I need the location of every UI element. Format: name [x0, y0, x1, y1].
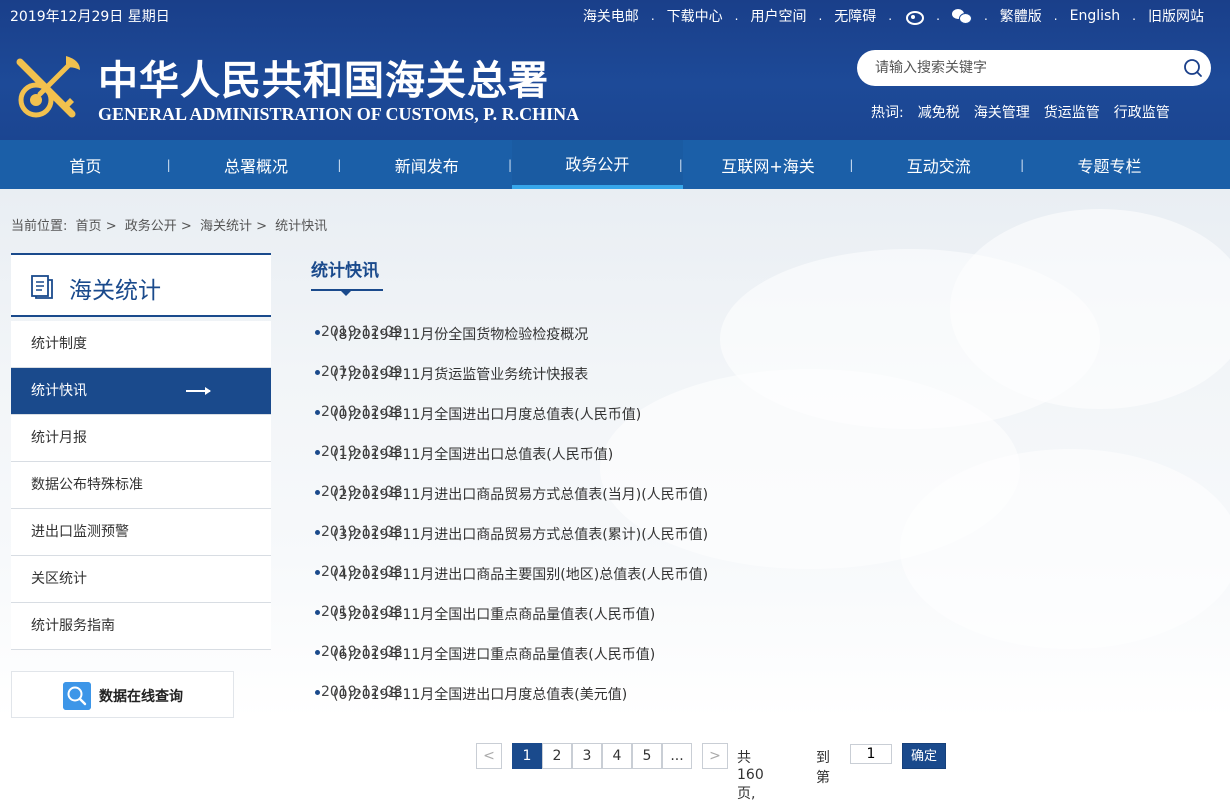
- list-item[interactable]: (0)2019年11月全国进出口月度总值表(人民币值) 2019-12-08: [311, 393, 1211, 433]
- link-user-space[interactable]: 用户空间: [750, 6, 806, 26]
- sidebar-item-district-statistics[interactable]: 关区统计: [11, 556, 271, 603]
- bullet-icon: [315, 330, 320, 335]
- list-item[interactable]: (7)2019年11月货运监管业务统计快报表 2019-12-09: [311, 353, 1211, 393]
- arrow-right-icon: [186, 387, 211, 395]
- list-item-date: 2019-12-08: [321, 404, 403, 420]
- link-download[interactable]: 下载中心: [667, 6, 723, 26]
- breadcrumb-government-affairs[interactable]: 政务公开: [125, 219, 177, 234]
- confirm-button[interactable]: 确定: [902, 743, 946, 769]
- nav-item-internet-customs[interactable]: 互联网+海关 |: [683, 140, 853, 189]
- nav-item-government-affairs[interactable]: 政务公开 |: [512, 140, 683, 189]
- nav-item-special-topics[interactable]: 专题专栏: [1024, 140, 1195, 189]
- customs-emblem-logo[interactable]: [10, 48, 88, 126]
- hot-word[interactable]: 行政监管: [1114, 102, 1170, 122]
- link-email[interactable]: 海关电邮: [583, 6, 639, 26]
- page-ellipsis[interactable]: ...: [662, 743, 692, 769]
- list-item[interactable]: (8)2019年11月份全国货物检验检疫概况 2019-12-09: [311, 313, 1211, 353]
- breadcrumb-label: 当前位置:: [11, 219, 68, 234]
- list-item[interactable]: (4)2019年11月进出口商品主要国别(地区)总值表(人民币值) 2019-12…: [311, 553, 1211, 593]
- wechat-icon[interactable]: [951, 8, 972, 24]
- magnifier-icon: [63, 682, 91, 710]
- sidebar-item-statistics-system[interactable]: 统计制度: [11, 321, 271, 368]
- top-bar: 2019年12月29日 星期日 海关电邮. 下载中心. 用户空间. 无障碍. .…: [0, 0, 1230, 32]
- main-nav: 首页 | 总署概况 | 新闻发布 | 政务公开 | 互联网+海关 | 互动交流 | 专题专栏: [0, 140, 1230, 189]
- list-item-date: 2019-12-08: [321, 564, 403, 580]
- sidebar-item-monitoring-warning[interactable]: 进出口监测预警: [11, 509, 271, 556]
- bullet-icon: [315, 370, 320, 375]
- list-item-date: 2019-12-08: [321, 604, 403, 620]
- breadcrumb-current[interactable]: 统计快讯: [275, 219, 327, 234]
- top-links: 海关电邮. 下载中心. 用户空间. 无障碍. . . 繁體版. English.…: [582, 6, 1204, 26]
- sidebar-title: 海关统计: [69, 278, 161, 304]
- list-item[interactable]: (5)2019年11月全国出口重点商品量值表(人民币值) 2019-12-08: [311, 593, 1211, 633]
- current-date: 2019年12月29日 星期日: [10, 9, 170, 25]
- page-button[interactable]: 5: [632, 743, 662, 769]
- weibo-icon[interactable]: [904, 8, 925, 25]
- list-item[interactable]: (1)2019年11月全国进出口总值表(人民币值) 2019-12-08: [311, 433, 1211, 473]
- nav-item-news[interactable]: 新闻发布 |: [341, 140, 512, 189]
- list-item-date: 2019-12-08: [321, 484, 403, 500]
- page-button[interactable]: 2: [542, 743, 572, 769]
- hot-word[interactable]: 减免税: [918, 102, 960, 122]
- data-query-label: 数据在线查询: [99, 689, 183, 705]
- sidebar-item-statistics-bulletin[interactable]: 统计快讯: [11, 368, 271, 415]
- breadcrumb-customs-statistics[interactable]: 海关统计: [200, 219, 252, 234]
- list-item-date: 2019-12-08: [321, 684, 403, 700]
- caret-down-icon: [341, 291, 351, 296]
- page-button[interactable]: 1: [512, 743, 542, 769]
- page-button[interactable]: 3: [572, 743, 602, 769]
- bullet-icon: [315, 490, 320, 495]
- breadcrumb-home[interactable]: 首页: [76, 219, 102, 234]
- site-header: 2019年12月29日 星期日 海关电邮. 下载中心. 用户空间. 无障碍. .…: [0, 0, 1230, 140]
- document-icon: [31, 275, 53, 299]
- data-query-button[interactable]: 数据在线查询: [11, 671, 234, 718]
- list-item-date: 2019-12-08: [321, 644, 403, 660]
- nav-item-home[interactable]: 首页 |: [0, 140, 170, 189]
- hot-word[interactable]: 货运监管: [1044, 102, 1100, 122]
- sidebar-item-special-standards[interactable]: 数据公布特殊标准: [11, 462, 271, 509]
- breadcrumb: 当前位置: 首页 > 政务公开 > 海关统计 > 统计快讯: [11, 219, 328, 234]
- bullet-icon: [315, 410, 320, 415]
- link-accessibility[interactable]: 无障碍: [834, 6, 876, 26]
- news-list: (8)2019年11月份全国货物检验检疫概况 2019-12-09 (7)2019…: [311, 313, 1211, 713]
- site-name-chinese: 中华人民共和国海关总署: [98, 57, 549, 104]
- nav-item-overview[interactable]: 总署概况 |: [171, 140, 341, 189]
- sidebar-item-service-guide[interactable]: 统计服务指南: [11, 603, 271, 650]
- bullet-icon: [315, 570, 320, 575]
- list-item[interactable]: (0)2019年11月全国进出口月度总值表(美元值) 2019-12-08: [311, 673, 1211, 713]
- list-item-date: 2019-12-08: [321, 444, 403, 460]
- nav-item-interaction[interactable]: 互动交流 |: [853, 140, 1024, 189]
- link-traditional[interactable]: 繁體版: [1000, 6, 1042, 26]
- search-icon[interactable]: [1183, 58, 1203, 78]
- bullet-icon: [315, 610, 320, 615]
- bullet-icon: [315, 650, 320, 655]
- site-name-english: GENERAL ADMINISTRATION OF CUSTOMS, P. R.…: [98, 104, 580, 124]
- bullet-icon: [315, 450, 320, 455]
- link-old-site[interactable]: 旧版网站: [1148, 6, 1204, 26]
- hot-words-label: 热词:: [871, 105, 904, 121]
- next-page-button[interactable]: >: [702, 743, 728, 769]
- bullet-icon: [315, 690, 320, 695]
- sidebar-menu: 统计制度 统计快讯 统计月报 数据公布特殊标准 进出口监测预警 关区统计 统计服…: [11, 321, 271, 650]
- list-item-date: 2019-12-09: [321, 364, 403, 380]
- search-box: [857, 50, 1211, 86]
- list-item-date: 2019-12-08: [321, 524, 403, 540]
- sidebar-item-monthly-report[interactable]: 统计月报: [11, 415, 271, 462]
- prev-page-button[interactable]: <: [476, 743, 502, 769]
- total-pages-text: 共 160页,: [737, 750, 764, 802]
- page-button[interactable]: 4: [602, 743, 632, 769]
- search-input[interactable]: [875, 57, 1165, 79]
- page-number-input[interactable]: [850, 744, 892, 764]
- list-item[interactable]: (3)2019年11月进出口商品贸易方式总值表(累计)(人民币值) 2019-12…: [311, 513, 1211, 553]
- list-item-date: 2019-12-09: [321, 324, 403, 340]
- list-item[interactable]: (2)2019年11月进出口商品贸易方式总值表(当月)(人民币值) 2019-12…: [311, 473, 1211, 513]
- hot-words: 热词: 减免税 海关管理 货运监管 行政监管: [871, 102, 1170, 122]
- sidebar-header: 海关统计: [11, 253, 271, 317]
- bullet-icon: [315, 530, 320, 535]
- section-title: 统计快讯: [311, 261, 379, 281]
- link-english[interactable]: English: [1070, 8, 1121, 24]
- list-item[interactable]: (6)2019年11月全国进口重点商品量值表(人民币值) 2019-12-08: [311, 633, 1211, 673]
- goto-label: 到第: [816, 750, 830, 786]
- hot-word[interactable]: 海关管理: [974, 102, 1030, 122]
